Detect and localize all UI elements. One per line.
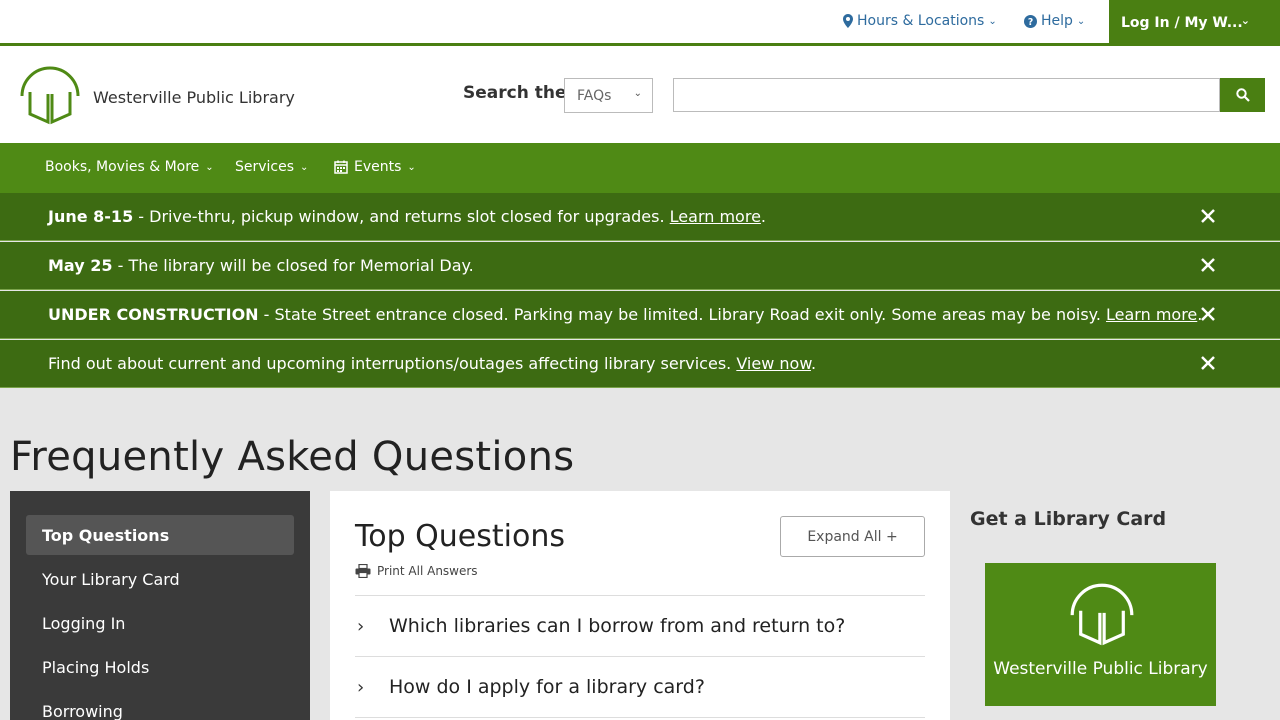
faq-panel: Top Questions Print All Answers Expand A… [330, 491, 950, 720]
faq-sidebar: Top Questions Your Library Card Logging … [10, 491, 310, 720]
search-input[interactable] [673, 78, 1220, 112]
chevron-down-icon: ⌄ [633, 88, 642, 99]
close-icon[interactable] [1199, 305, 1217, 323]
sidebar-item-placing-holds[interactable]: Placing Holds [26, 647, 294, 687]
faq-question[interactable]: › How do I apply for a library card? [355, 656, 925, 717]
alert-banner: UNDER CONSTRUCTION - State Street entran… [0, 291, 1280, 339]
login-button[interactable]: Log In / My W... ⌄ [1109, 0, 1280, 45]
nav-books-movies[interactable]: Books, Movies & More ⌄ [45, 159, 214, 175]
close-icon[interactable] [1199, 354, 1217, 372]
search-scope-select[interactable]: FAQs ⌄ [564, 78, 653, 113]
sidebar-item-top-questions[interactable]: Top Questions [26, 515, 294, 555]
nav-events[interactable]: Events ⌄ [334, 159, 416, 175]
login-label: Log In / My W... [1121, 14, 1243, 31]
alert-banner: Find out about current and upcoming inte… [0, 340, 1280, 388]
alert-text: Find out about current and upcoming inte… [48, 354, 737, 373]
expand-all-button[interactable]: Expand All + [780, 516, 925, 557]
hours-locations-label: Hours & Locations [857, 13, 985, 29]
divider [355, 717, 925, 718]
alert-bold: May 25 [48, 256, 113, 275]
site-header: Westerville Public Library Search the FA… [0, 46, 1280, 143]
alert-text: - The library will be closed for Memoria… [112, 256, 474, 275]
faq-question[interactable]: › Which libraries can I borrow from and … [355, 595, 925, 656]
library-logo[interactable] [18, 64, 82, 130]
print-icon [355, 564, 371, 578]
help-label: Help [1041, 13, 1073, 29]
alert-tail: . [760, 207, 766, 226]
nav-services[interactable]: Services ⌄ [235, 159, 308, 175]
hours-locations-link[interactable]: Hours & Locations ⌄ [843, 13, 997, 29]
sidebar-item-logging-in[interactable]: Logging In [26, 603, 294, 643]
library-card-promo[interactable]: Westerville Public Library [985, 563, 1216, 706]
search-label: Search the [463, 83, 567, 103]
alert-learn-more-link[interactable]: Learn more [1106, 305, 1197, 324]
sidebar-item-borrowing[interactable]: Borrowing [26, 691, 294, 720]
search-button[interactable] [1220, 78, 1265, 112]
library-card-heading: Get a Library Card [970, 508, 1167, 530]
sidebar-item-library-card[interactable]: Your Library Card [26, 559, 294, 599]
chevron-down-icon: ⌄ [1076, 15, 1086, 27]
chevron-right-icon: › [357, 676, 365, 698]
map-marker-icon [843, 14, 853, 28]
sidebar-item-label: Borrowing [42, 701, 123, 720]
library-logo-icon [20, 66, 80, 125]
close-icon[interactable] [1199, 256, 1217, 274]
sidebar-item-label: Logging In [42, 613, 126, 633]
alert-learn-more-link[interactable]: Learn more [670, 207, 761, 226]
alert-banner: May 25 - The library will be closed for … [0, 242, 1280, 290]
alert-text: - Drive-thru, pickup window, and returns… [133, 207, 670, 226]
calendar-icon [334, 160, 348, 174]
alert-bold: June 8-15 [48, 207, 134, 226]
alert-view-now-link[interactable]: View now [736, 354, 811, 373]
chevron-down-icon: ⌄ [205, 161, 214, 173]
nav-label: Services [235, 159, 295, 175]
chevron-down-icon: ⌄ [988, 15, 997, 27]
chevron-down-icon: ⌄ [300, 161, 309, 173]
question-text: Which libraries can I borrow from and re… [389, 615, 846, 637]
chevron-down-icon: ⌄ [407, 161, 416, 173]
sidebar-item-label: Your Library Card [42, 569, 180, 589]
utility-bar: Hours & Locations ⌄ ? Help ⌄ Log In / My… [0, 0, 1280, 46]
search-scope-value: FAQs [577, 87, 612, 104]
alert-banner: June 8-15 - Drive-thru, pickup window, a… [0, 193, 1280, 241]
search-icon [1235, 88, 1250, 102]
help-link[interactable]: ? Help ⌄ [1024, 13, 1085, 29]
print-label: Print All Answers [377, 564, 478, 578]
alert-bold: UNDER CONSTRUCTION [48, 305, 259, 324]
sidebar-item-label: Placing Holds [42, 657, 150, 677]
nav-label: Books, Movies & More [45, 159, 200, 175]
nav-label: Events [354, 159, 402, 175]
library-logo-icon [1070, 583, 1134, 646]
svg-text:?: ? [1028, 17, 1033, 28]
panel-title: Top Questions [355, 519, 565, 554]
main-nav: Books, Movies & More ⌄ Services ⌄ Events… [0, 143, 1280, 193]
chevron-right-icon: › [357, 615, 365, 637]
alert-tail: . [810, 354, 817, 373]
alert-text: - State Street entrance closed. Parking … [258, 305, 1107, 324]
page-title: Frequently Asked Questions [10, 434, 575, 480]
print-all-link[interactable]: Print All Answers [355, 564, 478, 578]
logo-text: Westerville Public Library [93, 88, 295, 107]
chevron-down-icon: ⌄ [1240, 14, 1250, 27]
question-text: How do I apply for a library card? [389, 676, 705, 698]
sidebar-item-label: Top Questions [42, 525, 170, 545]
library-card-text: Westerville Public Library [993, 659, 1208, 679]
close-icon[interactable] [1199, 207, 1217, 225]
question-circle-icon: ? [1024, 14, 1037, 28]
